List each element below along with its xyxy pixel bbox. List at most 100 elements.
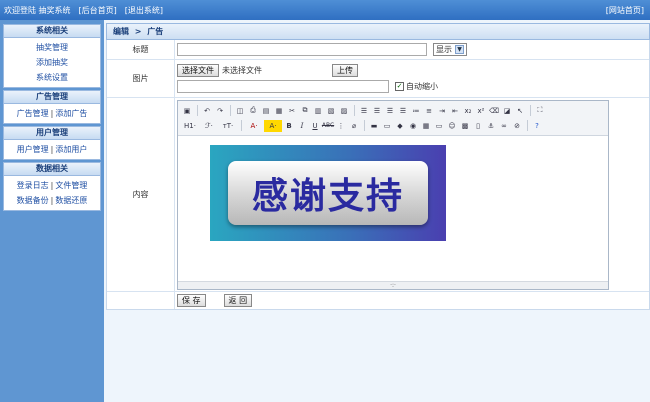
outdent-icon[interactable]: ⇤ [449,105,461,117]
editor-toolbar: ▣ ↶ ↷ ◫ ⎙ ▤ ▦ ✂ ⧉ ▥ ▧ ▨ ☰ ☰ ☰ ☰ ≔ ≡ ⇥ ⇤ … [178,101,608,136]
flash-icon[interactable]: ◆ [394,120,406,132]
preview-icon[interactable]: ◫ [234,105,246,117]
sidebar-item-add-user[interactable]: 添加用户 [55,145,87,154]
content-row: 内容 ▣ ↶ ↷ ◫ ⎙ ▤ ▦ ✂ ⧉ ▥ ▧ ▨ ☰ ☰ ☰ ☰ ≔ ≡ ⇥… [107,98,649,292]
code-icon[interactable]: ▦ [273,105,285,117]
paste-word-icon[interactable]: ▨ [338,105,350,117]
fullscreen-icon[interactable]: ⛶ [534,105,546,117]
underline-icon[interactable]: U [309,120,321,132]
sidebar-item-add-lottery[interactable]: 添加抽奖 [4,55,100,70]
actions-row: 保 存 返 回 [107,292,649,309]
display-select-value: 显示 [436,45,452,54]
sidebar-item-data-backup[interactable]: 数据备份 [17,196,49,205]
breadcrumb-arrow: > [134,27,142,36]
pointer-icon[interactable]: ↖ [514,105,526,117]
separator: | [50,145,54,154]
anchor-icon[interactable]: ⚓ [485,120,497,132]
italic-icon[interactable]: I [296,120,308,132]
copy-icon[interactable]: ⧉ [299,105,311,117]
subscript-icon[interactable]: x₂ [462,105,474,117]
hr-icon[interactable]: ▭ [433,120,445,132]
image-label: 图片 [107,60,175,97]
sidebar-item-login-log[interactable]: 登录日志 [17,181,49,190]
multi-image-icon[interactable]: ▭ [381,120,393,132]
breadcrumb-ad: 广告 [147,27,164,36]
link-icon[interactable]: ∞ [498,120,510,132]
ordered-list-icon[interactable]: ≔ [410,105,422,117]
align-right-icon[interactable]: ☰ [384,105,396,117]
auto-shrink-label: 自动缩小 [406,81,438,91]
separator: | [50,109,54,118]
bold-icon[interactable]: B [283,120,295,132]
separator: | [50,181,54,190]
title-row: 标题 显示 ▼ [107,40,649,60]
sidebar-section-title: 数据相关 [3,162,101,176]
image-path-input[interactable] [177,79,389,93]
sidebar-section-ads: 广告管理 广告管理 | 添加广告 [3,90,101,124]
cut-icon[interactable]: ✂ [286,105,298,117]
align-center-icon[interactable]: ☰ [371,105,383,117]
editor-content-area[interactable]: 感谢支持 [178,139,608,281]
emoticon-icon[interactable]: ☺ [446,120,458,132]
indent-icon[interactable]: ⇥ [436,105,448,117]
sidebar-section-data: 数据相关 登录日志 | 文件管理 数据备份 | 数据还原 [3,162,101,211]
logout-link[interactable]: [退出系统] [125,5,163,16]
sidebar-section-title: 用户管理 [3,126,101,140]
admin-home-link[interactable]: [后台首页] [79,5,117,16]
justify-icon[interactable]: ☰ [397,105,409,117]
sidebar-item-user-manage[interactable]: 用户管理 [17,145,49,154]
sidebar-item-file-manage[interactable]: 文件管理 [55,181,87,190]
template-icon[interactable]: ▤ [260,105,272,117]
choose-file-button[interactable]: 选择文件 [177,63,219,77]
edit-form: 标题 显示 ▼ 图片 选择文件 未选择文件 上传 ✓ 自动缩小 内容 ▣ ↶ ↷… [106,40,650,310]
select-all-icon[interactable]: ◪ [501,105,513,117]
page-break-icon[interactable]: ▯ [472,120,484,132]
paste-text-icon[interactable]: ▧ [325,105,337,117]
print-icon[interactable]: ⎙ [247,105,259,117]
title-input[interactable] [177,43,427,56]
top-bar: 欢迎登陆 抽奖系统 [后台首页] [退出系统] [网站首页] [0,0,650,20]
sidebar-item-ad-manage[interactable]: 广告管理 [17,109,49,118]
image-icon[interactable]: ▬ [368,120,380,132]
remove-format-icon[interactable]: ⌀ [348,120,360,132]
no-file-text: 未选择文件 [222,65,262,75]
undo-icon[interactable]: ↶ [201,105,213,117]
font-size-icon[interactable]: тT· [219,120,237,132]
unlink-icon[interactable]: ⊘ [511,120,523,132]
source-icon[interactable]: ▣ [181,105,193,117]
paste-icon[interactable]: ▥ [312,105,324,117]
rich-text-editor[interactable]: ▣ ↶ ↷ ◫ ⎙ ▤ ▦ ✂ ⧉ ▥ ▧ ▨ ☰ ☰ ☰ ☰ ≔ ≡ ⇥ ⇤ … [177,100,609,290]
heading-icon[interactable]: H1· [181,120,199,132]
auto-shrink-checkbox[interactable]: ✓ 自动缩小 [395,81,438,92]
sidebar: 系统相关 抽奖管理 添加抽奖 系统设置 广告管理 广告管理 | 添加广告 用户管理 … [0,20,104,402]
media-icon[interactable]: ◉ [407,120,419,132]
font-color-icon[interactable]: A· [245,120,263,132]
align-left-icon[interactable]: ☰ [358,105,370,117]
display-select[interactable]: 显示 ▼ [433,43,467,56]
table-icon[interactable]: ▦ [420,120,432,132]
editor-resize-handle[interactable]: ·:· [178,281,608,289]
save-button[interactable]: 保 存 [177,294,206,307]
help-icon[interactable]: ? [531,120,543,132]
redo-icon[interactable]: ↷ [214,105,226,117]
clear-format-icon[interactable]: ⌫ [488,105,500,117]
superscript-icon[interactable]: x² [475,105,487,117]
strikethrough-icon[interactable]: ABC [322,120,334,132]
map-icon[interactable]: ▩ [459,120,471,132]
font-family-icon[interactable]: ℱ· [200,120,218,132]
upload-button[interactable]: 上传 [332,63,358,77]
sidebar-item-data-restore[interactable]: 数据还原 [55,196,87,205]
content-label: 内容 [107,98,175,291]
unordered-list-icon[interactable]: ≡ [423,105,435,117]
image-row: 图片 选择文件 未选择文件 上传 ✓ 自动缩小 [107,60,649,98]
sidebar-item-system-settings[interactable]: 系统设置 [4,70,100,85]
sidebar-item-add-ad[interactable]: 添加广告 [55,109,87,118]
line-height-icon[interactable]: ⋮ [335,120,347,132]
title-label: 标题 [107,40,175,59]
sidebar-section-title: 广告管理 [3,90,101,104]
back-button[interactable]: 返 回 [223,294,253,307]
breadcrumb-edit: 编辑 [113,27,129,36]
highlight-icon[interactable]: A· [264,119,282,132]
site-home-link[interactable]: [网站首页] [606,5,644,16]
sidebar-item-lottery-manage[interactable]: 抽奖管理 [4,40,100,55]
